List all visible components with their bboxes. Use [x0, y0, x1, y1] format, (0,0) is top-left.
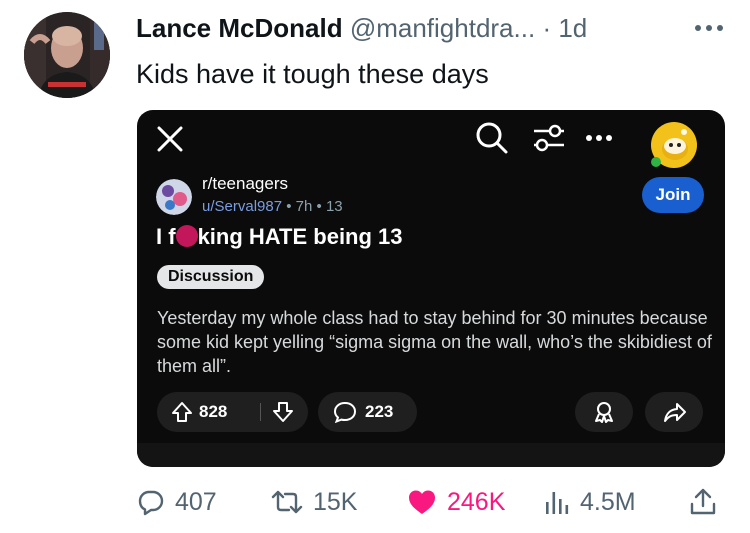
- censor-dot: [175, 225, 198, 247]
- profile-avatar[interactable]: [24, 12, 110, 98]
- share-arrow-icon: [664, 403, 686, 422]
- tweet-time[interactable]: 1d: [558, 13, 587, 43]
- meta-dot: •: [316, 198, 322, 215]
- comment-icon: [333, 401, 357, 428]
- share-tweet-button[interactable]: [689, 480, 717, 524]
- more-options-icon[interactable]: [692, 18, 726, 38]
- post-author[interactable]: u/Serval987: [202, 198, 282, 215]
- views-button[interactable]: 4.5M: [544, 480, 636, 524]
- heart-icon: [409, 490, 435, 514]
- like-button[interactable]: 246K: [407, 480, 505, 524]
- join-button[interactable]: Join: [642, 177, 704, 213]
- post-score: 13: [325, 198, 343, 215]
- share-icon: [690, 488, 716, 515]
- reply-button[interactable]: 407: [137, 480, 217, 524]
- post-title-suffix: king HATE being 13: [197, 224, 403, 249]
- close-icon[interactable]: [155, 124, 185, 154]
- media-card[interactable]: r/teenagers u/Serval987 • 7h • 13 Join I…: [137, 110, 725, 467]
- user-handle[interactable]: @manfightdra...: [350, 13, 535, 43]
- post-flair[interactable]: Discussion: [157, 265, 265, 289]
- post-age: 7h: [295, 198, 313, 215]
- header-separator: ·: [542, 13, 552, 43]
- view-count: 4.5M: [580, 487, 636, 516]
- display-name[interactable]: Lance McDonald: [136, 13, 343, 43]
- downvote-icon[interactable]: [272, 401, 294, 428]
- subreddit-name[interactable]: r/teenagers: [202, 174, 288, 194]
- filter-icon[interactable]: [530, 120, 568, 156]
- comments-button[interactable]: 223: [318, 392, 417, 432]
- card-bottom-strip: [137, 443, 725, 467]
- avatar-image: [24, 12, 110, 98]
- award-icon: [595, 402, 613, 423]
- retweet-button[interactable]: 15K: [271, 480, 357, 524]
- more-menu-icon[interactable]: [583, 120, 615, 156]
- post-body: Yesterday my whole class had to stay beh…: [157, 308, 712, 376]
- reddit-user-avatar[interactable]: [651, 122, 697, 168]
- tweet-text: Kids have it tough these days: [136, 59, 489, 89]
- like-count: 246K: [447, 487, 506, 516]
- award-button[interactable]: [575, 392, 633, 432]
- search-icon[interactable]: [474, 120, 510, 156]
- vote-divider: [260, 403, 261, 421]
- post-title-prefix: I f: [156, 224, 176, 249]
- reply-icon: [138, 490, 164, 516]
- tweet-action-bar: 407 15K 246K 4.5M: [0, 480, 750, 524]
- post-title: I f king HATE being 13: [156, 224, 403, 250]
- views-chart-icon: [546, 492, 569, 514]
- comment-count: 223: [365, 402, 394, 421]
- retweet-count: 15K: [313, 487, 358, 516]
- tweet-header: Lance McDonald @manfightdra... · 1d: [136, 10, 587, 46]
- reply-count: 407: [175, 487, 217, 516]
- vote-pill: 828: [157, 392, 308, 432]
- meta-dot: •: [286, 198, 292, 215]
- subreddit-icon[interactable]: [156, 179, 192, 215]
- share-button[interactable]: [645, 392, 703, 432]
- upvote-icon[interactable]: [171, 401, 193, 428]
- post-meta: u/Serval987 • 7h • 13: [202, 198, 343, 215]
- upvote-count: 828: [199, 402, 228, 421]
- retweet-icon: [271, 490, 303, 514]
